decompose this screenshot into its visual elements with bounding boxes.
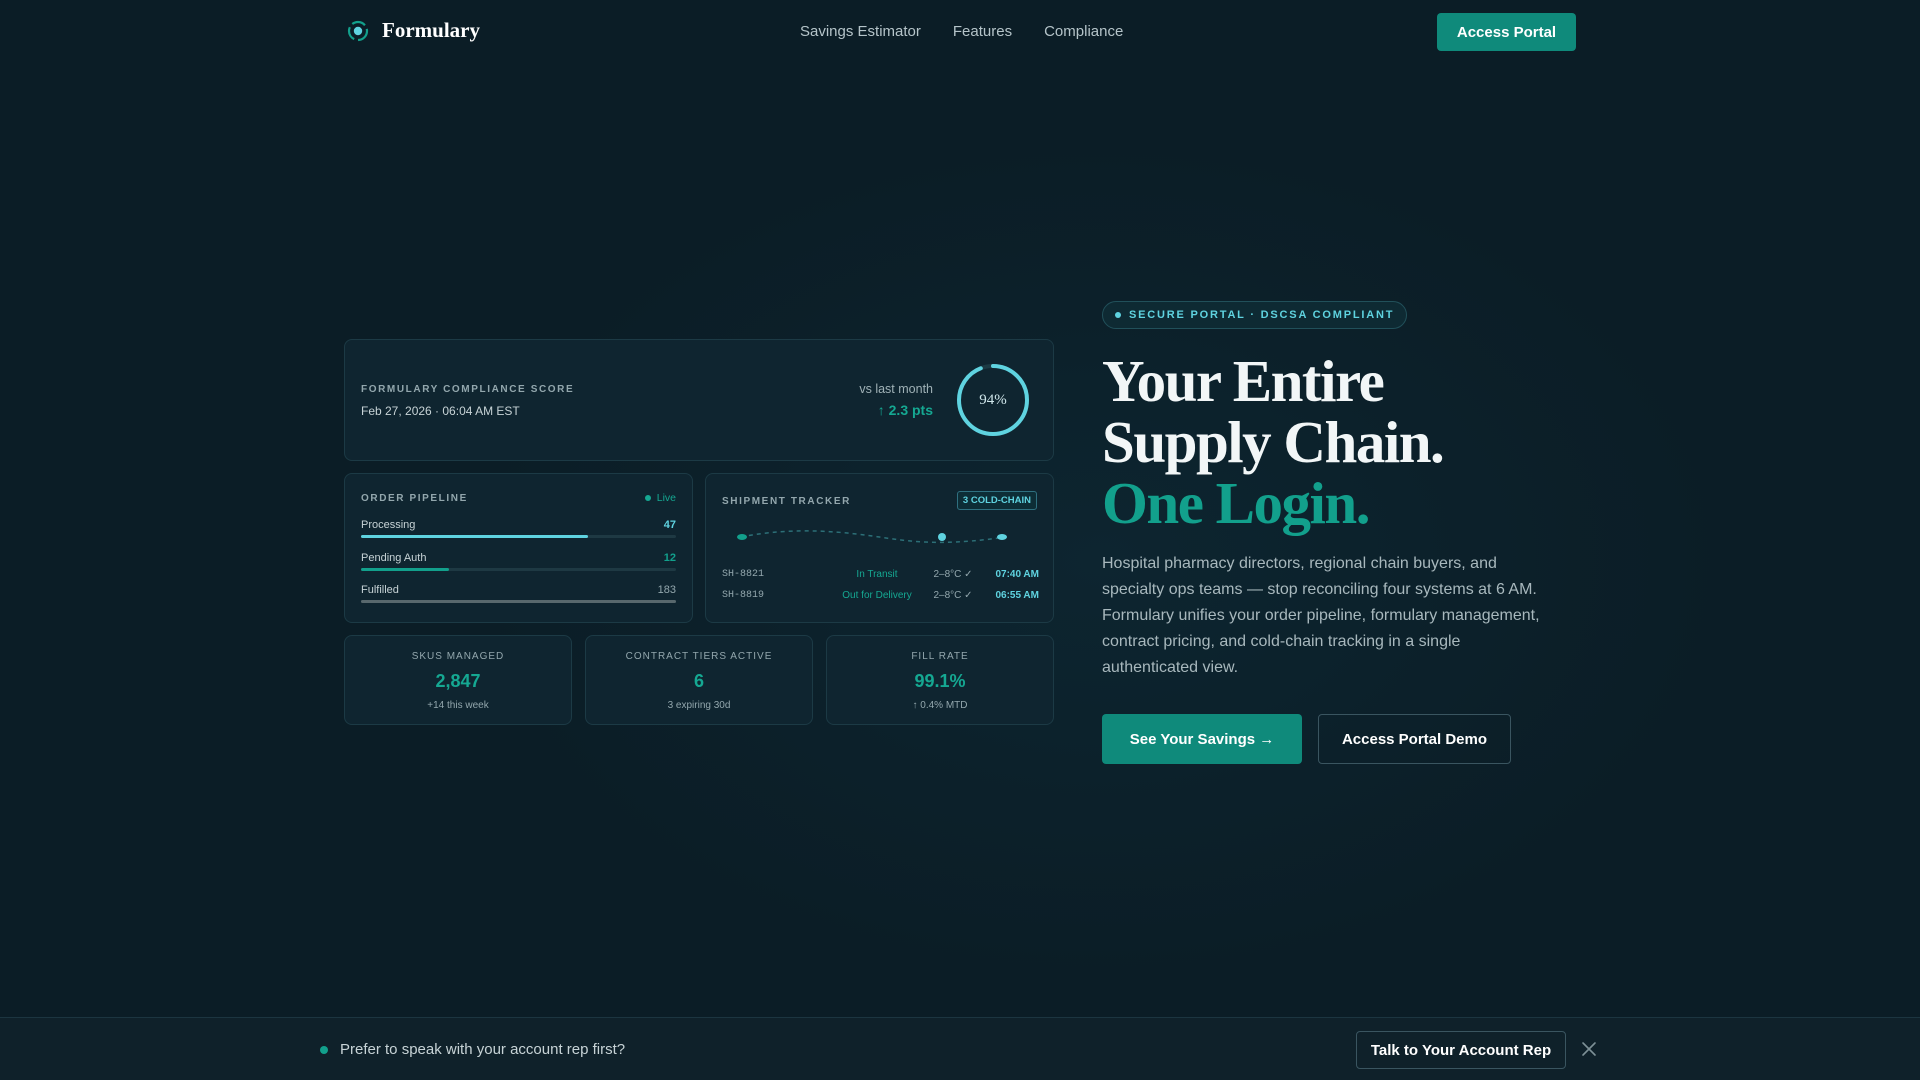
pipeline-progress-fill [361, 568, 450, 571]
stat-label: FILL RATE [911, 651, 969, 662]
pipeline-progress-fill [361, 600, 676, 603]
compliance-score-card: FORMULARY COMPLIANCE SCORE Feb 27, 2026 … [344, 339, 1054, 461]
stat-value: 2,847 [435, 671, 481, 691]
secure-portal-badge-text: SECURE PORTAL · DSCSA COMPLIANT [1129, 309, 1395, 321]
live-label: Live [656, 492, 676, 504]
route-origin-icon [737, 534, 747, 540]
stat-subtext: ↑ 0.4% MTD [912, 700, 968, 711]
score-delta: ↑ 2.3 pts [877, 402, 933, 418]
shipment-temperature: 2–8°C ✓ [933, 590, 973, 601]
compliance-score-value: 94% [979, 391, 1007, 408]
stat-card-contract-tiers: CONTRACT TIERS ACTIVE 6 3 expiring 30d [585, 635, 813, 725]
hero-description: Hospital pharmacy directors, regional ch… [1102, 555, 1540, 676]
stat-label: CONTRACT TIERS ACTIVE [625, 651, 773, 662]
stat-card-fill-rate: FILL RATE 99.1% ↑ 0.4% MTD [826, 635, 1054, 725]
banner-text: Prefer to speak with your account rep fi… [340, 1041, 626, 1058]
shipment-temperature: 2–8°C ✓ [933, 569, 973, 580]
brand-name: Formulary [382, 18, 480, 42]
stat-label: SKUS MANAGED [411, 651, 505, 662]
pipeline-row-count: 12 [663, 552, 676, 564]
live-dot-icon [644, 495, 651, 501]
hero-headline-line-1: Your Entire [1102, 348, 1385, 414]
nav-link-compliance[interactable]: Compliance [1044, 23, 1123, 40]
shipment-tracker-title: SHIPMENT TRACKER [722, 496, 851, 507]
nav-link-savings-estimator[interactable]: Savings Estimator [800, 23, 921, 40]
formulary-logo-icon [347, 20, 369, 41]
stat-subtext: 3 expiring 30d [667, 700, 731, 711]
top-nav: Formulary Savings Estimator Features Com… [0, 0, 1920, 64]
stat-card-skus-managed: SKUS MANAGED 2,847 +14 this week [344, 635, 572, 725]
hero-headline-accent: One Login. [1102, 470, 1370, 536]
pipeline-row-name: Fulfilled [361, 584, 399, 596]
brand-logo[interactable]: Formulary [346, 18, 480, 43]
pipeline-progress-track [361, 535, 676, 538]
badge-dot-icon [1115, 312, 1121, 318]
secure-portal-badge: SECURE PORTAL · DSCSA COMPLIANT [1102, 301, 1408, 329]
talk-to-account-rep-button[interactable]: Talk to Your Account Rep [1356, 1031, 1566, 1069]
vs-last-month-label: vs last month [859, 382, 933, 396]
account-rep-banner: Prefer to speak with your account rep fi… [0, 1017, 1920, 1080]
nav-links: Savings Estimator Features Compliance [800, 23, 1123, 40]
pipeline-progress-fill [361, 535, 588, 538]
stat-value: 6 [693, 671, 704, 691]
shipment-id: SH-8819 [722, 590, 765, 601]
pipeline-row-name: Pending Auth [361, 552, 427, 564]
compliance-score-date: Feb 27, 2026 · 06:04 AM EST [361, 404, 520, 418]
pipeline-progress-track [361, 600, 676, 603]
route-destination-icon [997, 534, 1007, 540]
shipment-eta: 07:40 AM [995, 569, 1039, 580]
see-your-savings-button[interactable]: See Your Savings → [1102, 714, 1302, 764]
order-pipeline-card: ORDER PIPELINE Live Processing 47 Pendin… [344, 473, 693, 623]
pipeline-row-count: 47 [663, 519, 676, 531]
access-portal-demo-button[interactable]: Access Portal Demo [1318, 714, 1511, 764]
stat-value: 99.1% [914, 671, 966, 691]
pipeline-row-count: 183 [657, 584, 676, 596]
shipment-tracker-card: SHIPMENT TRACKER 3 COLD-CHAIN SH-8821 In… [705, 473, 1054, 623]
shipment-id: SH-8821 [722, 569, 765, 580]
pipeline-progress-track [361, 568, 676, 571]
close-icon[interactable] [1580, 1040, 1598, 1058]
shipment-route-graphic [737, 530, 1007, 544]
pipeline-row-name: Processing [361, 519, 416, 531]
cold-chain-badge: 3 COLD-CHAIN [956, 491, 1037, 510]
order-pipeline-title: ORDER PIPELINE [361, 493, 468, 504]
route-shipment-icon [938, 533, 946, 541]
banner-dot-icon [320, 1046, 328, 1054]
shipment-eta: 06:55 AM [995, 590, 1039, 601]
compliance-score-label: FORMULARY COMPLIANCE SCORE [361, 384, 575, 395]
access-portal-button[interactable]: Access Portal [1437, 13, 1576, 51]
nav-link-features[interactable]: Features [953, 23, 1012, 40]
stat-subtext: +14 this week [427, 700, 489, 711]
hero-headline-line-2: Supply Chain. [1102, 409, 1445, 475]
hero-headline: Your Entire Supply Chain. One Login. [1102, 351, 1622, 534]
live-indicator: Live [644, 492, 676, 504]
